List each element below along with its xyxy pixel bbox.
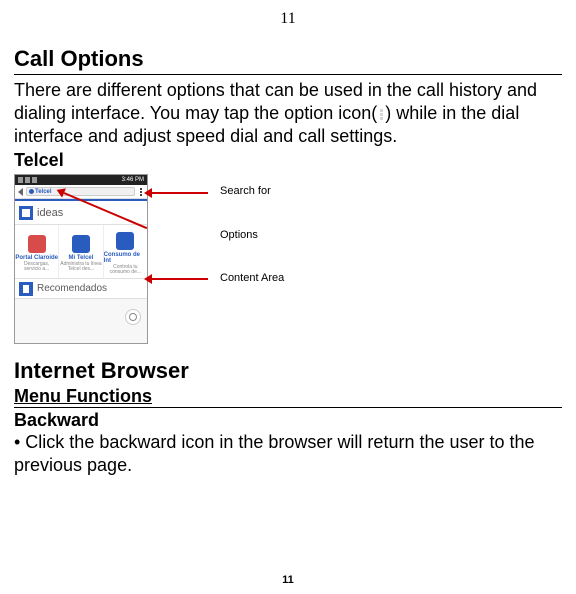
telcel-logo-icon <box>29 189 34 194</box>
url-bar[interactable]: Telcel <box>15 185 147 199</box>
recomendados-label: Recomendados <box>37 283 107 294</box>
ideas-label: ideas <box>37 207 63 219</box>
vertical-dots-icon <box>377 108 385 121</box>
floating-action-icon[interactable] <box>125 309 141 325</box>
page-number-top: 11 <box>14 10 562 28</box>
tile-sub: Administra tu línea Telcel des... <box>59 262 102 272</box>
backward-heading: Backward <box>14 410 562 431</box>
label-options: Options <box>220 229 258 241</box>
ideas-row[interactable]: ideas <box>15 201 147 225</box>
status-bar: 3:46 PM <box>15 175 147 185</box>
call-options-heading: Call Options <box>14 46 562 75</box>
internet-browser-heading: Internet Browser <box>14 358 562 384</box>
portal-icon <box>28 235 46 253</box>
back-icon[interactable] <box>18 188 23 196</box>
arrow-content-area <box>152 278 208 280</box>
url-brand-text: Telcel <box>35 189 52 195</box>
ideas-icon <box>19 206 33 220</box>
menu-functions-heading: Menu Functions <box>14 386 562 408</box>
mitelcel-icon <box>72 235 90 253</box>
tile-consumo[interactable]: Consumo de Int Controla tu consumo de... <box>104 225 147 278</box>
url-field[interactable]: Telcel <box>26 187 135 196</box>
recomendados-icon <box>19 282 33 296</box>
consumo-icon <box>116 232 134 250</box>
statusbar-time: 3:46 PM <box>122 175 144 185</box>
arrow-search-for <box>152 192 208 194</box>
label-content-area: Content Area <box>220 272 284 284</box>
tile-mitelcel[interactable]: Mi Telcel Administra tu línea Telcel des… <box>59 225 103 278</box>
label-search-for: Search for <box>220 185 271 197</box>
call-options-description: There are different options that can be … <box>14 79 562 148</box>
tile-sub: Descargas, servicio a... <box>15 262 58 272</box>
backward-text: • Click the backward icon in the browser… <box>14 431 562 477</box>
content-tiles: Portal Claroide Descargas, servicio a...… <box>15 225 147 279</box>
annotation-area: Search for Options Content Area <box>154 174 562 344</box>
telcel-screenshot-area: 3:46 PM Telcel ideas Portal Claroide Des… <box>14 174 562 344</box>
recomendados-row[interactable]: Recomendados <box>15 279 147 299</box>
tile-portal[interactable]: Portal Claroide Descargas, servicio a... <box>15 225 59 278</box>
tile-label: Consumo de Int <box>104 252 147 264</box>
telcel-heading: Telcel <box>14 150 562 171</box>
tile-sub: Controla tu consumo de... <box>104 265 147 275</box>
page-number-bottom: 11 <box>0 574 576 586</box>
